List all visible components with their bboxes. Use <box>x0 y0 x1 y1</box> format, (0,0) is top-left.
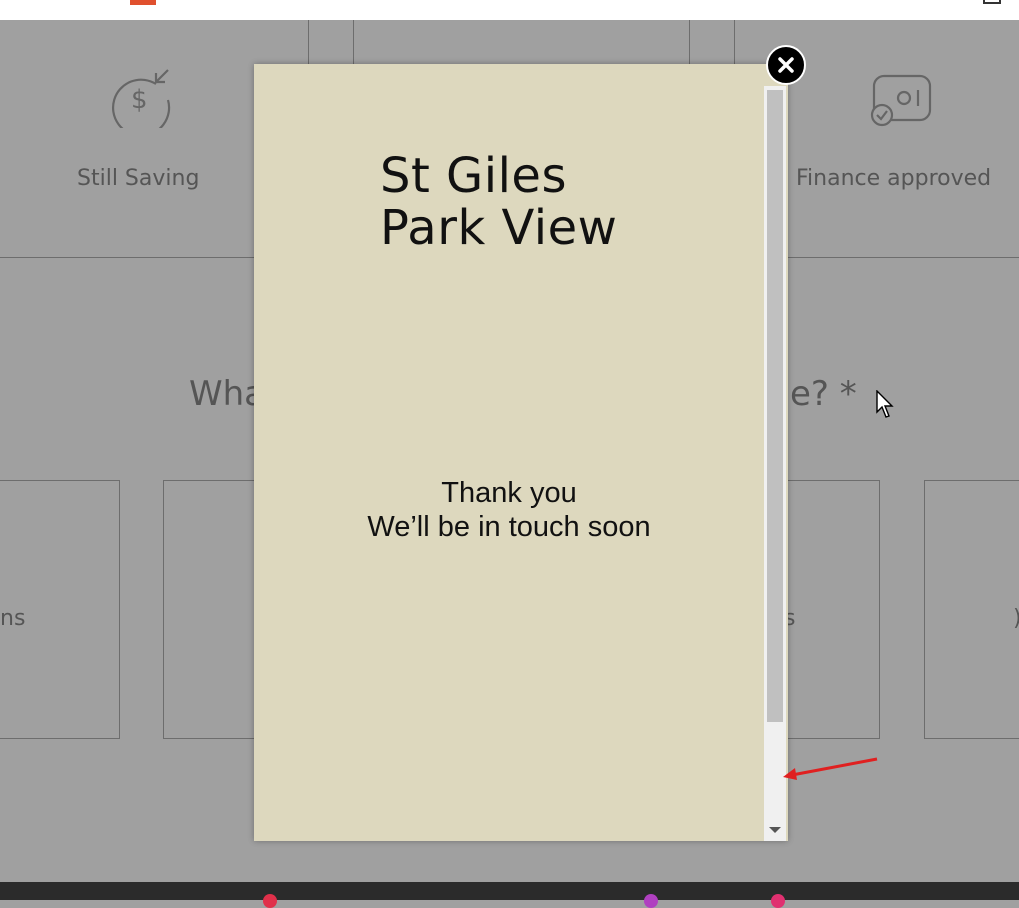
taskbar-app-icon[interactable] <box>263 894 277 908</box>
confirmation-message: Thank you We’ll be in touch soon <box>254 476 764 544</box>
menu-icon[interactable] <box>983 0 1001 4</box>
dollar-arrow-icon: $ <box>111 69 171 128</box>
check-card-icon <box>870 74 932 127</box>
question-text: e? * <box>790 374 857 414</box>
annotation-arrow-icon <box>783 757 878 780</box>
modal-scrollbar[interactable] <box>764 86 786 841</box>
svg-text:$: $ <box>131 85 148 115</box>
thanks-subtext: We’ll be in touch soon <box>367 511 651 543</box>
answer-card[interactable] <box>924 480 1019 739</box>
close-button[interactable] <box>766 45 806 85</box>
option-finance-approved[interactable]: Finance approved <box>796 166 991 191</box>
taskbar-app-icon[interactable] <box>644 894 658 908</box>
scroll-down-arrow-icon[interactable] <box>769 827 781 833</box>
modal-title: St Giles Park View <box>380 150 617 254</box>
browser-top-bar <box>0 0 1019 20</box>
title-line: St Giles <box>380 148 567 204</box>
card-label: ) <box>1013 606 1019 631</box>
mouse-cursor-icon <box>876 390 894 418</box>
option-still-saving[interactable]: Still Saving <box>77 166 199 191</box>
taskbar-app-icon[interactable] <box>771 894 785 908</box>
title-line: Park View <box>380 200 618 256</box>
card-label: ns <box>0 606 26 631</box>
thanks-heading: Thank you <box>441 477 577 509</box>
answer-card[interactable] <box>163 480 263 739</box>
close-icon <box>778 57 794 73</box>
thank-you-modal: St Giles Park View Thank you We’ll be in… <box>254 64 788 841</box>
taskbar <box>0 882 1019 900</box>
logo-mark <box>130 0 156 5</box>
scrollbar-thumb[interactable] <box>767 90 783 722</box>
